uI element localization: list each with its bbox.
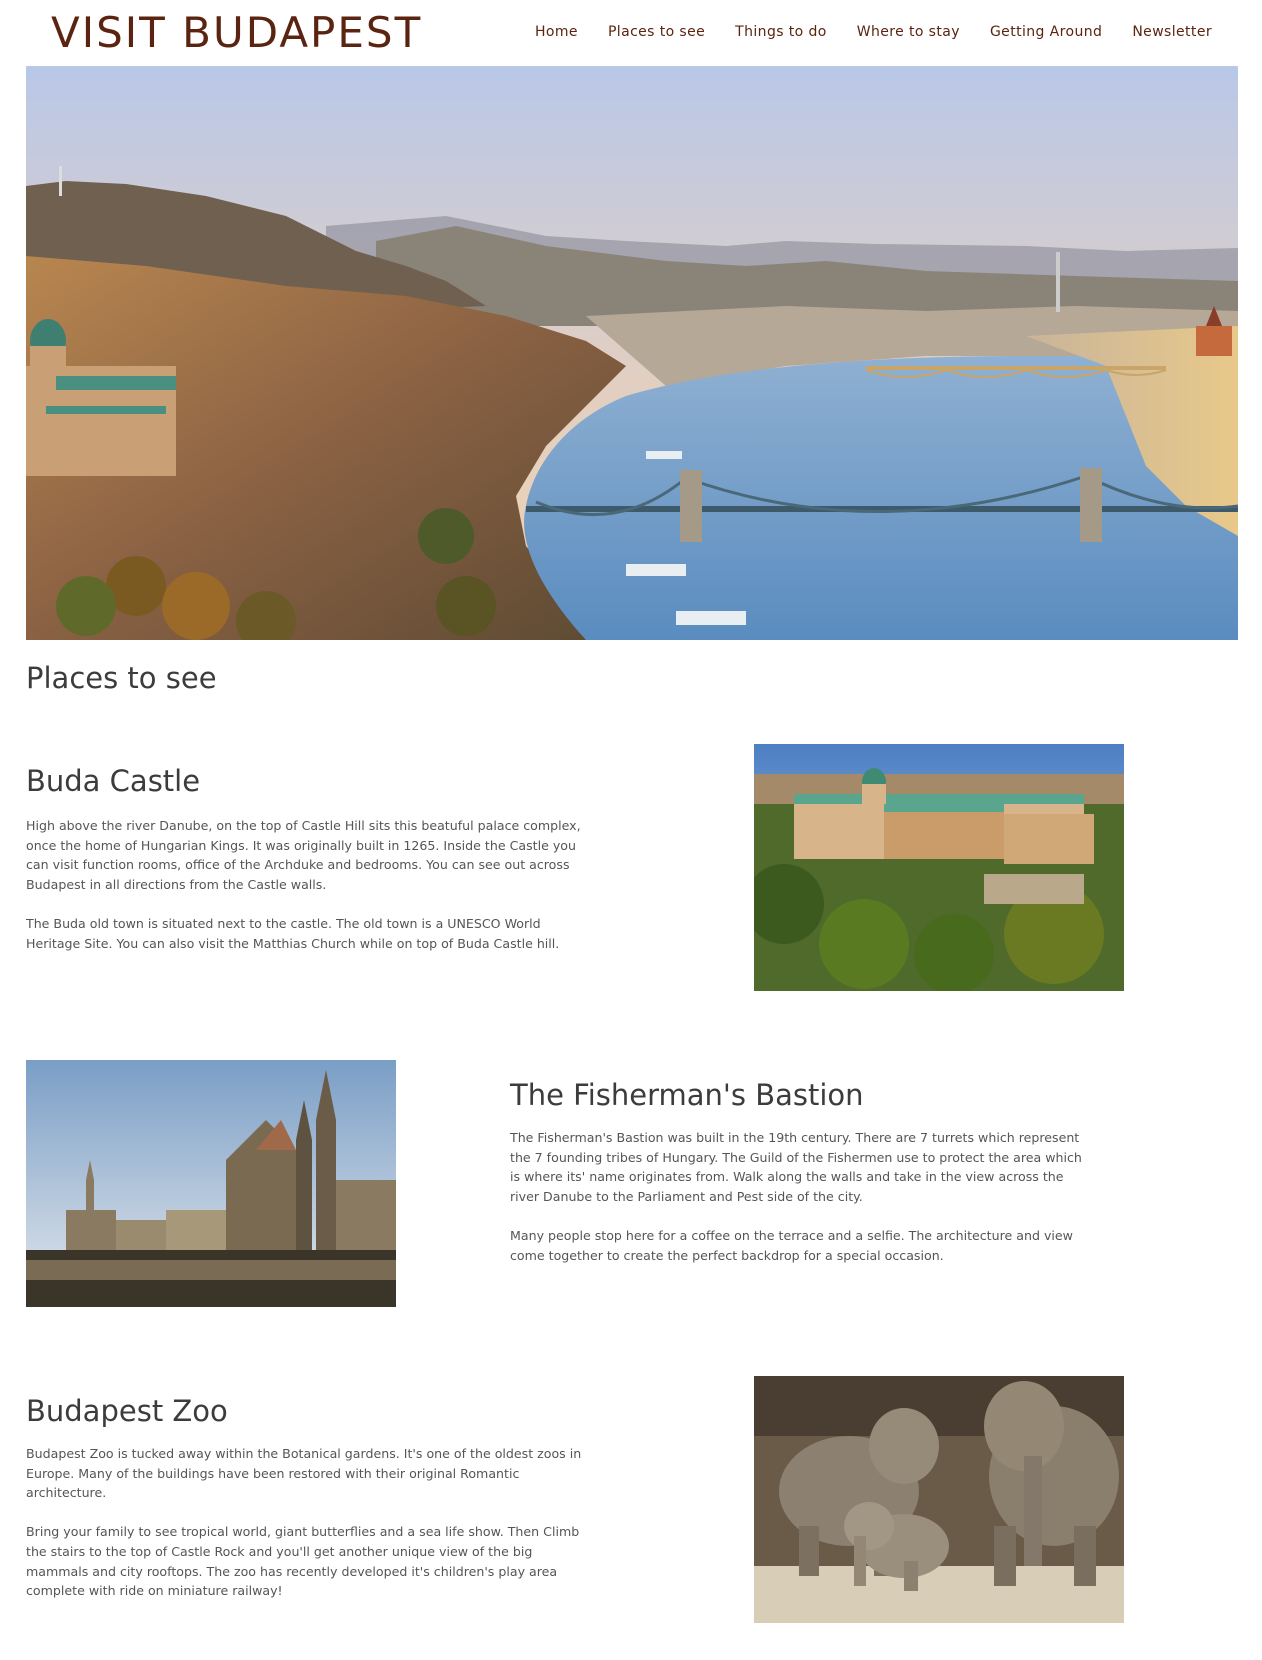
hero-image	[26, 66, 1238, 640]
place-paragraph: Budapest Zoo is tucked away within the B…	[26, 1446, 582, 1501]
place-title: Buda Castle	[26, 764, 201, 798]
budapest-zoo-image	[754, 1376, 1124, 1623]
place-paragraph: Many people stop here for a coffee on th…	[510, 1227, 1073, 1263]
nav-things-to-do[interactable]: Things to do	[735, 22, 827, 42]
nav-where-to-stay[interactable]: Where to stay	[857, 22, 960, 42]
place-title: The Fisherman's Bastion	[510, 1078, 864, 1112]
fishermans-bastion-illustration	[26, 1060, 396, 1307]
place-fishermans-bastion: The Fisherman's Bastion The Fisherman's …	[510, 1076, 1082, 1265]
site-header: VISIT BUDAPEST Home Places to see Things…	[0, 0, 1262, 64]
buda-castle-image	[754, 744, 1124, 991]
hero-illustration	[26, 66, 1238, 640]
buda-castle-illustration	[754, 744, 1124, 991]
place-paragraph: The Fisherman's Bastion was built in the…	[510, 1130, 1082, 1204]
nav-newsletter[interactable]: Newsletter	[1132, 22, 1212, 42]
fishermans-bastion-image	[26, 1060, 396, 1307]
place-budapest-zoo: Budapest Zoo Budapest Zoo is tucked away…	[26, 1392, 598, 1601]
site-logo[interactable]: VISIT BUDAPEST	[51, 8, 422, 58]
place-paragraph: The Buda old town is situated next to th…	[26, 915, 560, 951]
place-paragraph: High above the river Danube, on the top …	[26, 818, 581, 892]
place-buda-castle: Buda Castle High above the river Danube,…	[26, 762, 598, 953]
main-nav: Home Places to see Things to do Where to…	[535, 22, 1212, 42]
nav-getting-around[interactable]: Getting Around	[990, 22, 1102, 42]
nav-home[interactable]: Home	[535, 22, 578, 42]
page-title: Places to see	[26, 661, 217, 695]
place-paragraph: Bring your family to see tropical world,…	[26, 1524, 580, 1599]
place-title: Budapest Zoo	[26, 1394, 228, 1428]
elephants-illustration	[754, 1376, 1124, 1623]
nav-places-to-see[interactable]: Places to see	[608, 22, 705, 42]
